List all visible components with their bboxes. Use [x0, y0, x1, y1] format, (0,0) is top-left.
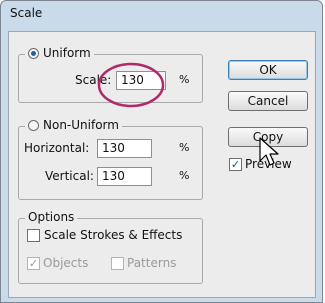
- dialog-title: Scale: [10, 6, 43, 20]
- uniform-radio-icon[interactable]: [28, 47, 39, 59]
- dialog-client-area: Uniform Scale: 130 % Non-Uniform Horizon…: [8, 31, 316, 298]
- vertical-unit: %: [179, 169, 190, 182]
- horizontal-input[interactable]: 130: [97, 139, 152, 158]
- non-uniform-label: Non-Uniform: [43, 118, 119, 132]
- patterns-label: Patterns: [127, 256, 177, 270]
- scale-strokes-checkbox[interactable]: [27, 229, 40, 242]
- scale-label: Scale:: [75, 73, 112, 87]
- uniform-group: Uniform Scale: 130 %: [18, 46, 203, 103]
- options-group: Options Scale Strokes & Effects ✓ Object…: [18, 210, 203, 284]
- non-uniform-radio[interactable]: Non-Uniform: [25, 118, 122, 132]
- ok-button[interactable]: OK: [228, 60, 308, 80]
- copy-button[interactable]: Copy: [228, 127, 308, 147]
- title-bar[interactable]: Scale: [1, 1, 322, 27]
- scale-dialog: Scale Uniform Scale: 130 % Non-Uniform H…: [0, 0, 323, 303]
- scale-input[interactable]: 130: [116, 71, 166, 90]
- preview-checkmark-icon: ✓: [230, 158, 241, 171]
- options-label: Options: [28, 210, 75, 224]
- non-uniform-group: Non-Uniform Horizontal: 130 % Vertical: …: [18, 118, 203, 200]
- uniform-radio[interactable]: Uniform: [25, 46, 94, 60]
- options-legend: Options: [25, 210, 78, 224]
- horizontal-unit: %: [179, 141, 190, 154]
- objects-label: Objects: [43, 256, 89, 270]
- preview-checkbox[interactable]: ✓: [229, 158, 242, 171]
- preview-label[interactable]: Preview: [245, 157, 292, 171]
- non-uniform-radio-icon[interactable]: [28, 119, 39, 131]
- vertical-input[interactable]: 130: [97, 167, 152, 186]
- scale-unit: %: [179, 73, 190, 86]
- uniform-label: Uniform: [43, 46, 91, 60]
- cancel-button[interactable]: Cancel: [228, 91, 308, 111]
- patterns-checkbox: [111, 257, 124, 270]
- scale-strokes-label[interactable]: Scale Strokes & Effects: [44, 228, 182, 242]
- horizontal-label: Horizontal:: [24, 141, 90, 155]
- vertical-label: Vertical:: [45, 169, 94, 183]
- objects-checkmark-icon: ✓: [28, 257, 39, 270]
- objects-checkbox: ✓: [27, 257, 40, 270]
